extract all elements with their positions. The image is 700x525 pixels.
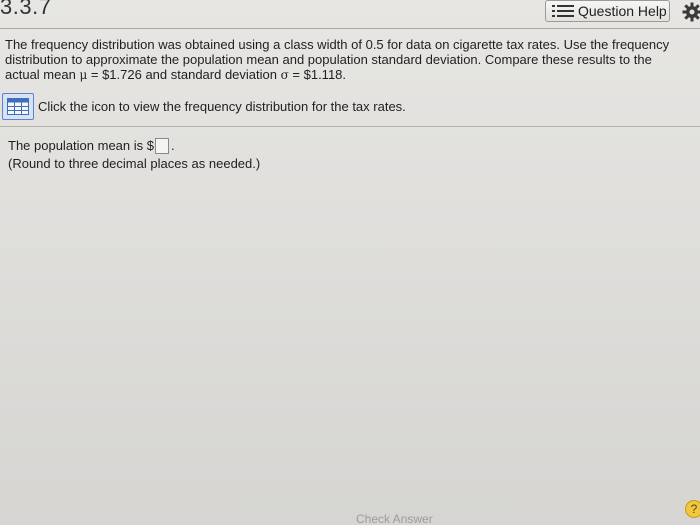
gear-icon[interactable] <box>682 2 700 22</box>
frequency-table-row: Click the icon to view the frequency dis… <box>2 92 692 120</box>
mean-prefix: actual mean <box>5 67 80 82</box>
frequency-table-instruction: Click the icon to view the frequency dis… <box>38 98 406 114</box>
question-line-3: actual mean μ = $1.726 and standard devi… <box>5 67 695 83</box>
question-help-label: Question Help <box>578 3 667 19</box>
question-line-2: distribution to approximate the populati… <box>5 52 652 67</box>
answer-prompt: The population mean is $ <box>8 138 154 153</box>
frequency-table-button[interactable] <box>2 92 34 120</box>
header-divider <box>0 28 700 29</box>
top-bar: 3.3.7 Question Help <box>0 0 700 26</box>
mean-value: = $1.726 and standard deviation <box>87 67 281 82</box>
section-divider <box>0 126 700 127</box>
sd-value: = $1.118. <box>288 67 347 82</box>
table-icon <box>7 97 29 115</box>
population-mean-input[interactable] <box>154 138 169 154</box>
question-line-1: The frequency distribution was obtained … <box>5 37 670 52</box>
answer-line: The population mean is $ . <box>8 137 688 155</box>
sigma-symbol: σ <box>280 68 289 82</box>
question-help-button[interactable]: Question Help <box>545 0 670 22</box>
check-answer-button[interactable]: Check Answer <box>356 512 433 525</box>
problem-number: 3.3.7 <box>0 0 52 19</box>
answer-area: The population mean is $ . (Round to thr… <box>8 137 688 173</box>
answer-period: . <box>170 138 175 153</box>
question-text: The frequency distribution was obtained … <box>5 37 695 83</box>
rounding-note: (Round to three decimal places as needed… <box>8 156 261 171</box>
help-question-icon[interactable]: ? <box>685 500 700 518</box>
screen: 3.3.7 Question Help The frequency distri… <box>0 0 700 525</box>
list-icon <box>552 5 574 17</box>
